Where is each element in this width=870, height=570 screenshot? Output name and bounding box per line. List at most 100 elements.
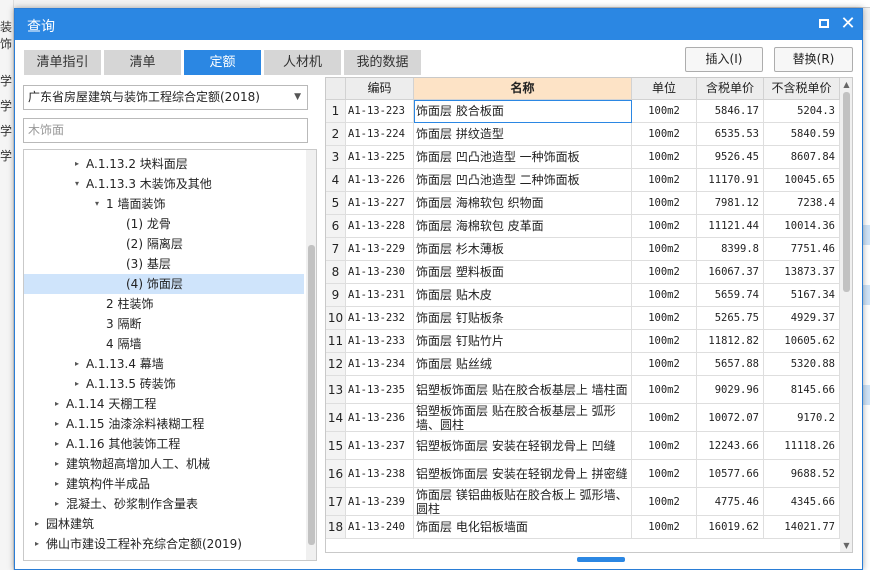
row-index[interactable]: 12	[326, 353, 346, 376]
cell-unit[interactable]: 100m2	[632, 100, 697, 123]
cell-notax-price[interactable]: 4929.37	[764, 307, 840, 330]
tree-node[interactable]: 4 隔墙	[24, 334, 304, 354]
cell-name[interactable]: 铝塑板饰面层 贴在胶合板基层上 墙柱面	[414, 376, 632, 404]
cell-name[interactable]: 饰面层 胶合板面	[414, 100, 632, 123]
tab-bill[interactable]: 清单	[104, 50, 181, 75]
table-scrollbar[interactable]: ▲ ▼	[840, 78, 852, 552]
cell-code[interactable]: A1-13-238	[346, 460, 414, 488]
cell-tax-price[interactable]: 16067.37	[697, 261, 764, 284]
collapse-arrow-icon[interactable]: ▸	[52, 454, 62, 474]
library-select[interactable]: 广东省房屋建筑与装饰工程综合定额(2018) ▼	[23, 85, 308, 110]
cell-notax-price[interactable]: 7751.46	[764, 238, 840, 261]
table-row[interactable]: 11 A1-13-233 饰面层 钉贴竹片 100m2 11812.82 10605.62	[326, 330, 840, 353]
table-row[interactable]: 17 A1-13-239 饰面层 镁铝曲板贴在胶合板上 弧形墙、圆柱 100m2 477…	[326, 488, 840, 516]
tree-node[interactable]: (2) 隔离层	[24, 234, 304, 254]
expand-arrow-icon[interactable]: ▾	[72, 174, 82, 194]
scroll-up-icon[interactable]: ▲	[840, 78, 852, 91]
header-tax-price[interactable]: 含税单价	[697, 78, 764, 100]
collapse-arrow-icon[interactable]: ▸	[72, 354, 82, 374]
cell-tax-price[interactable]: 11812.82	[697, 330, 764, 353]
row-index[interactable]: 18	[326, 516, 346, 539]
collapse-arrow-icon[interactable]: ▸	[72, 154, 82, 174]
cell-notax-price[interactable]: 9170.2	[764, 404, 840, 432]
cell-name[interactable]: 饰面层 电化铝板墙面	[414, 516, 632, 539]
replace-button[interactable]: 替换(R)	[774, 47, 853, 72]
cell-code[interactable]: A1-13-232	[346, 307, 414, 330]
row-index[interactable]: 17	[326, 488, 346, 516]
tab-bill-guide[interactable]: 清单指引	[24, 50, 101, 75]
table-row[interactable]: 5 A1-13-227 饰面层 海棉软包 织物面 100m2 7981.12 7238.4	[326, 192, 840, 215]
scroll-down-icon[interactable]: ▼	[840, 539, 852, 552]
cell-code[interactable]: A1-13-225	[346, 146, 414, 169]
table-row[interactable]: 8 A1-13-230 饰面层 塑料板面 100m2 16067.37 13873.37	[326, 261, 840, 284]
cell-tax-price[interactable]: 10577.66	[697, 460, 764, 488]
cell-notax-price[interactable]: 10605.62	[764, 330, 840, 353]
cell-code[interactable]: A1-13-235	[346, 376, 414, 404]
cell-code[interactable]: A1-13-237	[346, 432, 414, 460]
row-index[interactable]: 16	[326, 460, 346, 488]
cell-code[interactable]: A1-13-233	[346, 330, 414, 353]
cell-unit[interactable]: 100m2	[632, 169, 697, 192]
row-index[interactable]: 5	[326, 192, 346, 215]
cell-notax-price[interactable]: 14021.77	[764, 516, 840, 539]
table-row[interactable]: 7 A1-13-229 饰面层 杉木薄板 100m2 8399.8 7751.46	[326, 238, 840, 261]
cell-notax-price[interactable]: 8607.84	[764, 146, 840, 169]
collapse-arrow-icon[interactable]: ▸	[52, 494, 62, 514]
cell-code[interactable]: A1-13-224	[346, 123, 414, 146]
tree-node[interactable]: ▸ 佛山市建设工程补充综合定额(2019)	[24, 534, 304, 554]
cell-tax-price[interactable]: 16019.62	[697, 516, 764, 539]
row-index[interactable]: 4	[326, 169, 346, 192]
cell-code[interactable]: A1-13-227	[346, 192, 414, 215]
row-index[interactable]: 8	[326, 261, 346, 284]
cell-tax-price[interactable]: 5657.88	[697, 353, 764, 376]
table-scroll-thumb[interactable]	[843, 92, 850, 292]
cell-tax-price[interactable]: 11121.44	[697, 215, 764, 238]
row-index[interactable]: 6	[326, 215, 346, 238]
cell-unit[interactable]: 100m2	[632, 330, 697, 353]
tree-scroll-thumb[interactable]	[308, 245, 315, 545]
cell-name[interactable]: 饰面层 杉木薄板	[414, 238, 632, 261]
tab-my-data[interactable]: 我的数据	[344, 50, 421, 75]
cell-name[interactable]: 饰面层 钉贴板条	[414, 307, 632, 330]
cell-code[interactable]: A1-13-236	[346, 404, 414, 432]
tree-node[interactable]: ▾ A.1.13.3 木装饰及其他	[24, 174, 304, 194]
row-index[interactable]: 13	[326, 376, 346, 404]
cell-unit[interactable]: 100m2	[632, 146, 697, 169]
tree-node[interactable]: (4) 饰面层	[24, 274, 304, 294]
cell-unit[interactable]: 100m2	[632, 192, 697, 215]
table-row[interactable]: 18 A1-13-240 饰面层 电化铝板墙面 100m2 16019.62 14021.…	[326, 516, 840, 539]
cell-tax-price[interactable]: 5659.74	[697, 284, 764, 307]
header-unit[interactable]: 单位	[632, 78, 697, 100]
cell-tax-price[interactable]: 4775.46	[697, 488, 764, 516]
row-index[interactable]: 11	[326, 330, 346, 353]
chevron-down-icon[interactable]: ▼	[294, 86, 301, 109]
table-row[interactable]: 14 A1-13-236 铝塑板饰面层 贴在胶合板基层上 弧形墙、圆柱 100m2 10…	[326, 404, 840, 432]
tree-node[interactable]: ▸ 园林建筑	[24, 514, 304, 534]
cell-unit[interactable]: 100m2	[632, 516, 697, 539]
cell-tax-price[interactable]: 5265.75	[697, 307, 764, 330]
table-row[interactable]: 9 A1-13-231 饰面层 贴木皮 100m2 5659.74 5167.34	[326, 284, 840, 307]
table-row[interactable]: 12 A1-13-234 饰面层 贴丝绒 100m2 5657.88 5320.88	[326, 353, 840, 376]
table-row[interactable]: 2 A1-13-224 饰面层 拼纹造型 100m2 6535.53 5840.59	[326, 123, 840, 146]
maximize-icon[interactable]	[815, 15, 833, 33]
row-index[interactable]: 1	[326, 100, 346, 123]
cell-code[interactable]: A1-13-240	[346, 516, 414, 539]
cell-tax-price[interactable]: 8399.8	[697, 238, 764, 261]
tree-node[interactable]: ▸ A.1.13.2 块料面层	[24, 154, 304, 174]
tree-node[interactable]: ▾ 1 墙面装饰	[24, 194, 304, 214]
table-row[interactable]: 16 A1-13-238 铝塑板饰面层 安装在轻钢龙骨上 拼密缝 100m2 10577…	[326, 460, 840, 488]
cell-tax-price[interactable]: 11170.91	[697, 169, 764, 192]
search-input[interactable]: 木饰面	[23, 118, 308, 143]
title-bar[interactable]: 查询 ✕	[15, 9, 862, 40]
cell-name[interactable]: 饰面层 拼纹造型	[414, 123, 632, 146]
cell-unit[interactable]: 100m2	[632, 215, 697, 238]
cell-name[interactable]: 饰面层 海棉软包 皮革面	[414, 215, 632, 238]
tab-quota[interactable]: 定额	[184, 50, 261, 75]
row-index[interactable]: 14	[326, 404, 346, 432]
cell-name[interactable]: 饰面层 凹凸池造型 一种饰面板	[414, 146, 632, 169]
close-icon[interactable]: ✕	[839, 15, 857, 33]
cell-code[interactable]: A1-13-239	[346, 488, 414, 516]
row-index[interactable]: 9	[326, 284, 346, 307]
collapse-arrow-icon[interactable]: ▸	[52, 434, 62, 454]
table-row[interactable]: 10 A1-13-232 饰面层 钉贴板条 100m2 5265.75 4929.37	[326, 307, 840, 330]
